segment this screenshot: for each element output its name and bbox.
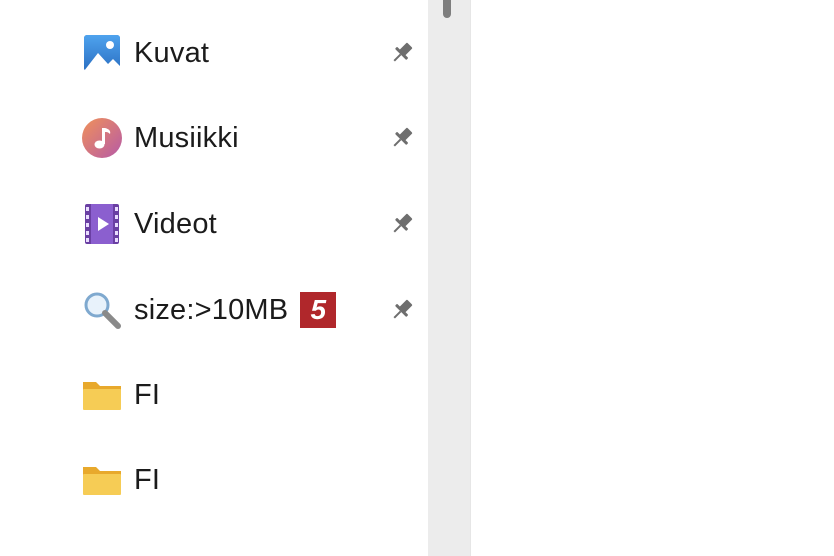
- nav-item-saved-search[interactable]: size:>10MB 5: [0, 280, 428, 340]
- step-number-badge: 5: [300, 292, 337, 328]
- pin-icon[interactable]: [384, 120, 420, 156]
- navigation-scrollbar[interactable]: [428, 0, 470, 556]
- pin-icon[interactable]: [384, 206, 420, 242]
- music-icon: [80, 116, 124, 160]
- nav-item-label: Videot: [134, 207, 217, 240]
- pin-icon[interactable]: [384, 35, 420, 71]
- nav-item-label: size:>10MB 5: [134, 292, 337, 328]
- nav-item-label: Musiikki: [134, 121, 239, 154]
- nav-item-musiikki[interactable]: Musiikki: [0, 108, 428, 168]
- nav-item-folder-fi[interactable]: FI: [0, 365, 428, 425]
- folder-icon: [80, 458, 124, 502]
- nav-item-folder-fi[interactable]: FI: [0, 450, 428, 510]
- scrollbar-thumb[interactable]: [443, 0, 451, 18]
- nav-item-label: FI: [134, 463, 161, 496]
- nav-item-kuvat[interactable]: Kuvat: [0, 23, 428, 83]
- nav-item-label: Kuvat: [134, 36, 210, 69]
- saved-search-label: size:>10MB: [134, 293, 289, 326]
- content-pane: [470, 0, 834, 556]
- navigation-pane: Kuvat Musiikki Videot size:>10MB 5 FI FI: [0, 0, 428, 556]
- pin-icon[interactable]: [384, 292, 420, 328]
- search-icon: [80, 288, 124, 332]
- videos-icon: [80, 202, 124, 246]
- nav-item-videot[interactable]: Videot: [0, 194, 428, 254]
- pictures-icon: [80, 31, 124, 75]
- nav-item-label: FI: [134, 378, 161, 411]
- folder-icon: [80, 373, 124, 417]
